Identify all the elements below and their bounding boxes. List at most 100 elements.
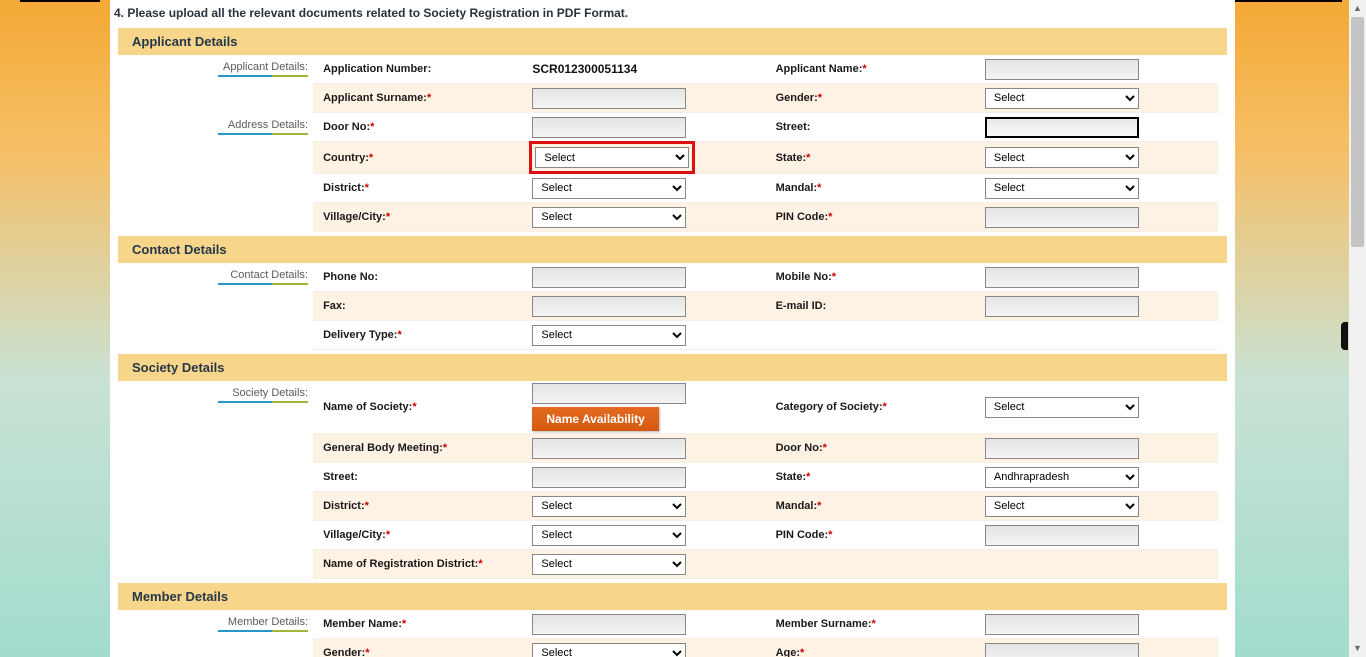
- country-text: Country:: [323, 152, 369, 164]
- fax-input[interactable]: [532, 296, 686, 317]
- applicant-name-input[interactable]: [985, 59, 1139, 80]
- mandal-select-wrap: Select: [977, 176, 1218, 201]
- pin-text: PIN Code:: [776, 211, 829, 223]
- door-input[interactable]: [532, 117, 686, 138]
- soc-door-text: Door No:: [776, 442, 823, 454]
- member-gender-select[interactable]: Select: [532, 643, 686, 657]
- applicant-section-header: Applicant Details: [118, 28, 1227, 55]
- label-soc-mandal: Mandal:*: [766, 494, 977, 518]
- mandal-text: Mandal:: [776, 182, 818, 194]
- name-availability-button[interactable]: Name Availability: [532, 407, 658, 431]
- soc-mandal-select[interactable]: Select: [985, 496, 1139, 517]
- soc-pin-input-wrap: [977, 523, 1218, 548]
- soc-village-select-wrap: Select: [524, 523, 765, 548]
- member-name-text: Member Name:: [323, 618, 402, 630]
- req-star: *: [883, 401, 887, 413]
- vertical-scrollbar[interactable]: ▲ ▼: [1349, 0, 1366, 657]
- member-side-label: Member Details:: [118, 610, 314, 632]
- email-input[interactable]: [985, 296, 1139, 317]
- right-edge-tab[interactable]: [1341, 322, 1348, 350]
- regdist-select[interactable]: Select: [532, 554, 686, 575]
- label-gbm: General Body Meeting:*: [313, 436, 524, 460]
- label-state: State:*: [766, 146, 977, 170]
- soc-village-select[interactable]: Select: [532, 525, 686, 546]
- state-text: State:: [776, 152, 807, 164]
- mobile-input[interactable]: [985, 267, 1139, 288]
- state-select-wrap: Select: [977, 145, 1218, 170]
- country-select-wrap: Select: [524, 142, 765, 173]
- label-district: District:*: [313, 176, 524, 200]
- label-surname: Applicant Surname:*: [313, 86, 524, 110]
- country-select[interactable]: Select: [535, 147, 689, 168]
- underline-decor: [218, 75, 308, 77]
- gender-select[interactable]: Select: [985, 88, 1139, 109]
- row-member-gender: Gender:* Select Age:*: [313, 639, 1218, 657]
- input-surname-wrap: [524, 86, 765, 111]
- surname-input[interactable]: [532, 88, 686, 109]
- soc-state-select[interactable]: Andhrapradesh: [985, 467, 1139, 488]
- mobile-text: Mobile No:: [776, 271, 832, 283]
- phone-input[interactable]: [532, 267, 686, 288]
- soc-district-select[interactable]: Select: [532, 496, 686, 517]
- label-soc-pin: PIN Code:*: [766, 523, 977, 547]
- req-star: *: [369, 152, 373, 164]
- req-star: *: [862, 63, 866, 75]
- regdist-select-wrap: Select: [524, 552, 765, 577]
- underline-decor: [218, 133, 308, 135]
- soc-mandal-select-wrap: Select: [977, 494, 1218, 519]
- label-soc-state: State:*: [766, 465, 977, 489]
- member-surname-text: Member Surname:: [776, 618, 872, 630]
- underline-decor: [218, 630, 308, 632]
- category-select[interactable]: Select: [985, 397, 1139, 418]
- pin-input[interactable]: [985, 207, 1139, 228]
- row-gbm: General Body Meeting:* Door No:*: [313, 434, 1218, 463]
- label-society-name: Name of Society:*: [313, 395, 524, 419]
- empty-ctrl: [977, 333, 1218, 337]
- row-soc-district: District:* Select Mandal:* Select: [313, 492, 1218, 521]
- label-delivery: Delivery Type:*: [313, 323, 524, 347]
- gbm-input[interactable]: [532, 438, 686, 459]
- soc-street-input[interactable]: [532, 467, 686, 488]
- req-star: *: [818, 92, 822, 104]
- label-mobile: Mobile No:*: [766, 265, 977, 289]
- society-name-input[interactable]: [532, 383, 686, 404]
- member-name-input[interactable]: [532, 614, 686, 635]
- soc-door-input[interactable]: [985, 438, 1139, 459]
- scroll-up-icon[interactable]: ▲: [1349, 0, 1366, 17]
- req-star: *: [370, 121, 374, 133]
- req-star: *: [872, 618, 876, 630]
- door-input-wrap: [524, 115, 765, 140]
- label-member-gender: Gender:*: [313, 641, 524, 657]
- state-select[interactable]: Select: [985, 147, 1139, 168]
- applicant-fields: Application Number: SCR012300051134 Appl…: [313, 55, 1218, 113]
- member-side-text: Member Details:: [228, 616, 308, 628]
- district-select[interactable]: Select: [532, 178, 686, 199]
- req-star: *: [828, 211, 832, 223]
- member-gender-text: Gender:: [323, 647, 365, 657]
- underline-decor: [218, 401, 308, 403]
- age-input[interactable]: [985, 643, 1139, 657]
- mandal-select[interactable]: Select: [985, 178, 1139, 199]
- street-input[interactable]: [985, 117, 1139, 138]
- soc-district-text: District:: [323, 500, 365, 512]
- row-fax: Fax: E-mail ID:: [313, 292, 1218, 321]
- scroll-thumb[interactable]: [1351, 17, 1364, 247]
- scroll-down-icon[interactable]: ▼: [1349, 640, 1366, 657]
- applicant-details-side-label: Applicant Details:: [118, 55, 314, 77]
- member-surname-input[interactable]: [985, 614, 1139, 635]
- village-select[interactable]: Select: [532, 207, 686, 228]
- label-soc-street: Street:: [313, 465, 524, 489]
- req-star: *: [817, 182, 821, 194]
- member-gender-select-wrap: Select: [524, 641, 765, 657]
- soc-state-select-wrap: Andhrapradesh: [977, 465, 1218, 490]
- row-district: District:* Select Mandal:* Select: [313, 174, 1218, 203]
- label-pin: PIN Code:*: [766, 205, 977, 229]
- district-select-wrap: Select: [524, 176, 765, 201]
- soc-pin-input[interactable]: [985, 525, 1139, 546]
- member-section-header: Member Details: [118, 583, 1227, 610]
- req-star: *: [386, 211, 390, 223]
- delivery-select[interactable]: Select: [532, 325, 686, 346]
- req-star: *: [412, 401, 416, 413]
- row-society-name: Name of Society:* Name Availability Cate…: [313, 381, 1218, 434]
- society-section-body: Society Details: Name of Society:* Name …: [118, 381, 1227, 579]
